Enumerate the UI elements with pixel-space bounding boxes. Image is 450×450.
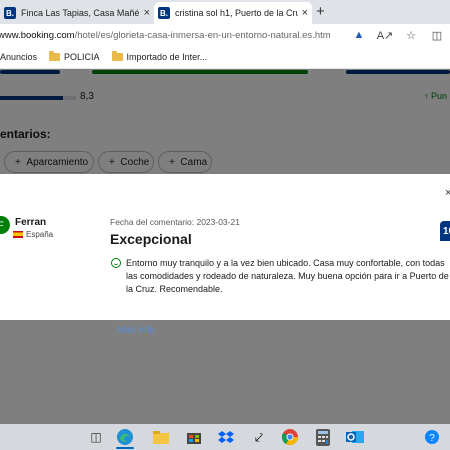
booking-favicon-icon: B.: [4, 7, 16, 19]
bookmark-label: Importado de Inter...: [126, 52, 208, 62]
read-aloud-icon[interactable]: A↗: [372, 29, 398, 42]
file-explorer-icon[interactable]: [151, 427, 171, 447]
url-host: www.booking.com: [0, 29, 75, 41]
calculator-icon[interactable]: [313, 427, 333, 447]
review-modal: × F Ferran España Fecha del comentario: …: [0, 174, 450, 320]
bookmark-label: POLICIA: [64, 52, 100, 62]
tab-close-icon[interactable]: ×: [144, 7, 150, 19]
avatar: F: [0, 216, 10, 234]
smiley-icon: [111, 258, 121, 268]
taskbar: ◫ ⤦ ?: [0, 424, 450, 450]
tab-title: Finca Las Tapias, Casa Mañé - Mas...: [21, 8, 140, 18]
favorite-star-icon[interactable]: ☆: [398, 29, 424, 42]
folder-icon: [49, 51, 61, 61]
active-app-indicator: [116, 447, 134, 449]
address-bar[interactable]: www.booking.com/hotel/es/glorieta-casa-i…: [0, 24, 450, 46]
url-field[interactable]: www.booking.com/hotel/es/glorieta-casa-i…: [0, 30, 330, 41]
price-tag-icon[interactable]: ▲: [346, 29, 372, 41]
bookmark-label: Anuncios: [0, 52, 38, 62]
close-icon[interactable]: ×: [445, 187, 450, 199]
app-icon[interactable]: ⤦: [249, 427, 269, 447]
booking-favicon-icon: B.: [158, 7, 170, 19]
help-icon[interactable]: ?: [422, 427, 442, 447]
folder-icon: [111, 51, 123, 61]
edge-icon[interactable]: [115, 427, 135, 447]
reviewer-country: España: [26, 230, 54, 239]
address-bar-actions: ▲ A↗ ☆ ◫: [346, 24, 450, 46]
store-icon[interactable]: [184, 427, 204, 447]
tab-cristina-sol[interactable]: B. cristina sol h1, Puerto de la Cruz (a…: [154, 2, 312, 24]
tab-finca-las-tapias[interactable]: B. Finca Las Tapias, Casa Mañé - Mas... …: [0, 2, 154, 24]
bookmark-anuncios[interactable]: Anuncios: [0, 52, 37, 62]
tab-close-icon[interactable]: ×: [302, 7, 308, 19]
outlook-icon[interactable]: [345, 427, 365, 447]
review-score-badge: 10: [440, 221, 450, 241]
bookmark-importado[interactable]: Importado de Inter...: [111, 51, 208, 62]
tab-title: cristina sol h1, Puerto de la Cruz (a...: [175, 8, 298, 18]
more-info-link[interactable]: Más info: [117, 325, 155, 336]
bookmark-policia[interactable]: POLICIA: [49, 51, 100, 62]
svg-text:?: ?: [429, 433, 435, 444]
url-path: /hotel/es/glorieta-casa-inmersa-en-un-en…: [74, 29, 330, 41]
spain-flag-icon: [13, 231, 23, 238]
new-tab-button[interactable]: +: [316, 3, 325, 20]
review-text: Entorno muy tranquilo y a la vez bien ub…: [126, 258, 449, 294]
bookmarks-bar: Anuncios POLICIA Importado de Inter...: [0, 46, 450, 69]
reviewer-name: Ferran: [15, 217, 47, 228]
dropbox-icon[interactable]: [216, 427, 236, 447]
tab-strip: B. Finca Las Tapias, Casa Mañé - Mas... …: [0, 0, 450, 24]
review-date: Fecha del comentario: 2023-03-21: [110, 217, 240, 227]
split-screen-icon[interactable]: ◫: [424, 29, 450, 42]
chrome-icon[interactable]: [280, 427, 300, 447]
task-view-icon[interactable]: ◫: [86, 427, 106, 447]
review-title: Excepcional: [110, 231, 192, 247]
